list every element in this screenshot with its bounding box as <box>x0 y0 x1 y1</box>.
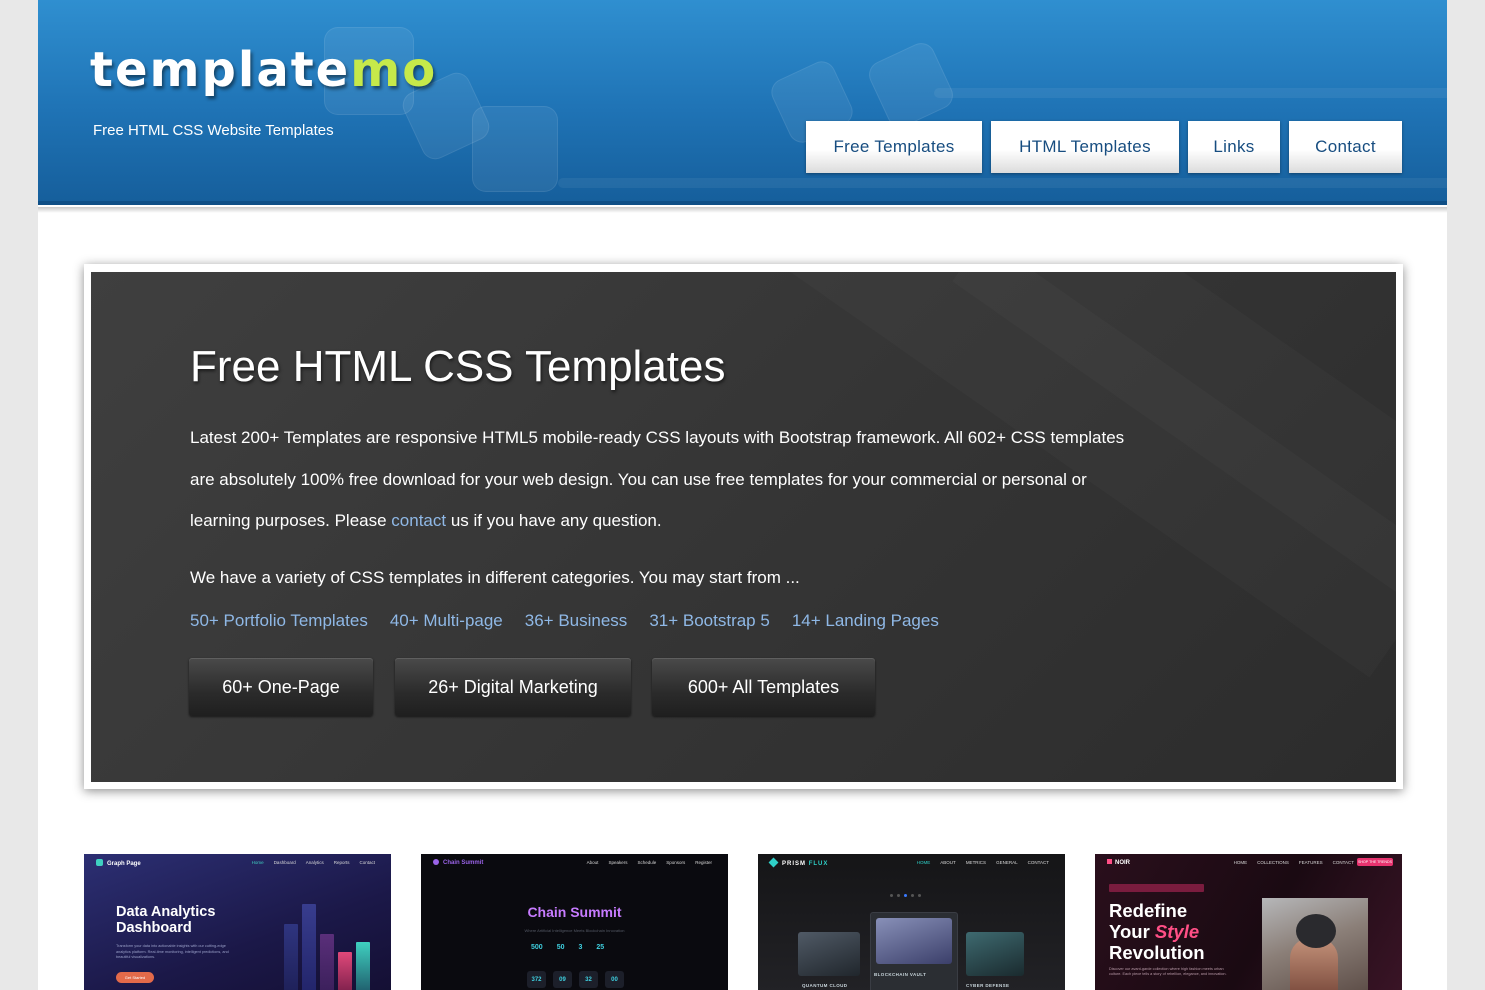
link-bootstrap-5[interactable]: 31+ Bootstrap 5 <box>649 611 770 631</box>
hero-frame: Free HTML CSS Templates Latest 200+ Temp… <box>84 264 1403 789</box>
thumb-desc: Transform your data into actionable insi… <box>116 944 229 959</box>
hero-title: Free HTML CSS Templates <box>190 342 726 391</box>
link-business[interactable]: 36+ Business <box>525 611 628 631</box>
thumb-navbar: Chain Summit About Speakers Schedule Spo… <box>421 854 728 874</box>
thumb-badge <box>1109 884 1204 892</box>
site-tagline: Free HTML CSS Website Templates <box>93 122 334 139</box>
thumb-card <box>798 932 860 976</box>
thumb-title: Chain Summit <box>527 904 622 920</box>
deco-bar <box>284 924 298 990</box>
thumb-nav-links: About Speakers Schedule Sponsors Registe… <box>586 860 712 865</box>
thumb-brand: Chain Summit <box>433 859 483 866</box>
template-thumbnail-chain-summit[interactable]: Chain Summit About Speakers Schedule Spo… <box>421 854 728 990</box>
decor-line <box>934 88 1447 98</box>
thumb-title: Data Analytics Dashboard <box>116 904 216 936</box>
thumb-carousel-dots <box>890 894 921 897</box>
contact-link[interactable]: contact <box>391 511 446 530</box>
thumb-navbar: NOIR HOME COLLECTIONS FEATURES CONTACT S… <box>1095 854 1402 874</box>
nav-contact[interactable]: Contact <box>1289 121 1402 173</box>
brand-icon <box>433 859 439 865</box>
thumb-nav-links: HOME ABOUT METRICS GENERAL CONTACT <box>916 860 1049 865</box>
category-links: 50+ Portfolio Templates 40+ Multi-page 3… <box>190 611 939 631</box>
thumb-card <box>966 932 1024 976</box>
thumb-navbar: PRISM FLUX HOME ABOUT METRICS GENERAL CO… <box>758 854 1065 874</box>
deco-bar <box>338 952 352 990</box>
thumb-cta: Get Started <box>116 972 154 983</box>
hero-intro: Latest 200+ Templates are responsive HTM… <box>190 428 1125 530</box>
one-page-button[interactable]: 60+ One-Page <box>189 658 373 716</box>
thumb-brand: PRISM FLUX <box>768 857 828 868</box>
thumb-photo <box>1262 898 1368 990</box>
deco-bar <box>320 934 334 990</box>
site-header: templatemo Free HTML CSS Website Templat… <box>38 0 1447 205</box>
thumb-title: Redefine Your Style Revolution <box>1109 900 1205 963</box>
thumb-navbar: Graph Page Home Dashboard Analytics Repo… <box>84 854 391 874</box>
template-thumbnail-prism-flux[interactable]: PRISM FLUX HOME ABOUT METRICS GENERAL CO… <box>758 854 1065 990</box>
deco-bar <box>302 904 316 990</box>
decor-square <box>864 38 958 132</box>
decor-line <box>558 178 1447 188</box>
thumb-nav-links: Home Dashboard Analytics Reports Contact <box>251 860 375 865</box>
nav-html-templates[interactable]: HTML Templates <box>991 121 1179 173</box>
thumb-desc: Where Artificial Intelligence Meets Bloc… <box>524 928 625 933</box>
hero-subtext: We have a variety of CSS templates in di… <box>190 568 800 587</box>
thumb-brand: NOIR <box>1107 859 1130 866</box>
thumb-nav-links: HOME COLLECTIONS FEATURES CONTACT <box>1233 860 1354 865</box>
thumb-card <box>876 918 952 964</box>
header-shadow <box>38 207 1447 213</box>
page: templatemo Free HTML CSS Website Templat… <box>38 0 1447 990</box>
decor-square <box>472 106 558 192</box>
deco-bar <box>356 942 370 990</box>
brand-icon <box>1107 859 1112 864</box>
thumb-stats: 500 50 3 25 <box>531 944 605 951</box>
site-logo[interactable]: templatemo <box>90 42 437 98</box>
thumb-shop-button: SHOP THE TRENDS <box>1357 858 1393 866</box>
brand-icon <box>96 859 103 866</box>
hero-panel: Free HTML CSS Templates Latest 200+ Temp… <box>91 272 1396 782</box>
thumb-countdown: 372 09 32 00 <box>527 971 624 988</box>
thumb-brand: Graph Page <box>96 859 141 867</box>
link-landing-pages[interactable]: 14+ Landing Pages <box>792 611 939 631</box>
thumb-card-label: BLOCKCHAIN VAULT <box>874 972 927 977</box>
link-portfolio-templates[interactable]: 50+ Portfolio Templates <box>190 611 368 631</box>
nav-free-templates[interactable]: Free Templates <box>806 121 982 173</box>
template-thumbnail-graph-page[interactable]: Graph Page Home Dashboard Analytics Repo… <box>84 854 391 990</box>
all-templates-button[interactable]: 600+ All Templates <box>652 658 875 716</box>
nav-links[interactable]: Links <box>1188 121 1280 173</box>
brand-icon <box>768 857 779 868</box>
template-thumbnail-noir[interactable]: NOIR HOME COLLECTIONS FEATURES CONTACT S… <box>1095 854 1402 990</box>
thumb-card-label: QUANTUM CLOUD <box>802 983 848 988</box>
thumb-desc: Discover our avant-garde collection wher… <box>1109 967 1227 976</box>
link-multi-page[interactable]: 40+ Multi-page <box>390 611 503 631</box>
thumb-photo-figure <box>1296 914 1336 948</box>
digital-marketing-button[interactable]: 26+ Digital Marketing <box>395 658 631 716</box>
thumb-card-label: CYBER DEFENSE <box>966 983 1010 988</box>
